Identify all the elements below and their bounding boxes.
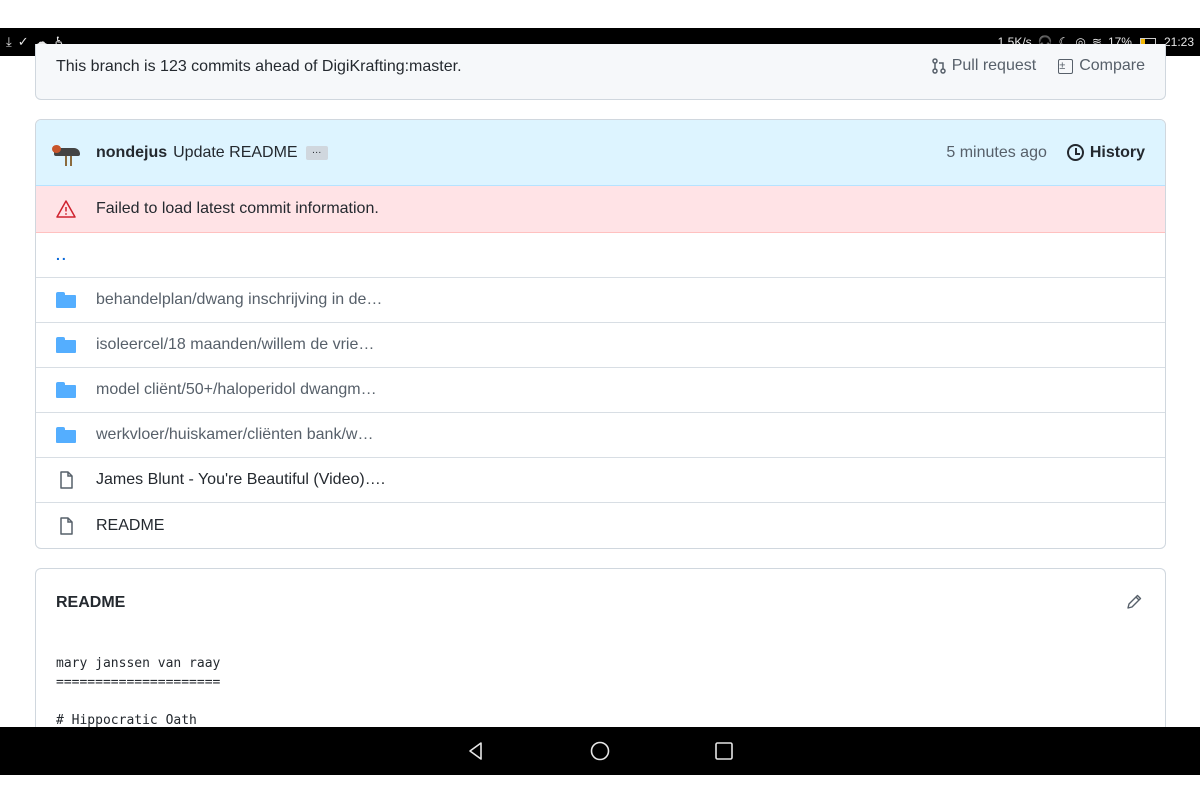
history-label: History [1089, 143, 1145, 161]
readme-card: README mary janssen van raay ============… [35, 568, 1166, 748]
folder-row[interactable]: isoleercel/18 maanden/willem de vrie… [36, 323, 1165, 368]
readme-title: README [56, 594, 126, 611]
file-link[interactable]: James Blunt - You're Beautiful (Video)…. [96, 471, 385, 489]
latest-commit-row: nondejus Update README … 5 minutes ago H… [36, 120, 1165, 186]
file-row[interactable]: README [36, 503, 1165, 548]
pull-request-icon [931, 58, 946, 74]
avatar[interactable] [52, 138, 82, 168]
folder-icon [56, 382, 76, 398]
readme-line: ===================== [56, 675, 221, 690]
pull-request-link[interactable]: Pull request [931, 57, 1037, 75]
commit-meta: 5 minutes ago History [946, 144, 1145, 162]
error-message: Failed to load latest commit information… [96, 200, 379, 217]
commit-author-link[interactable]: nondejus [96, 144, 167, 162]
branch-status-text: This branch is 123 commits ahead of Digi… [56, 58, 462, 75]
pencil-icon[interactable] [1125, 593, 1143, 611]
readme-line: mary janssen van raay [56, 656, 221, 671]
folder-link[interactable]: behandelplan/dwang inschrijving in de… [96, 291, 382, 309]
folder-link[interactable]: werkvloer/huiskamer/cliënten bank/w… [96, 426, 373, 444]
folder-icon [56, 427, 76, 443]
warning-icon [56, 200, 76, 218]
file-link[interactable]: README [96, 517, 164, 535]
file-row[interactable]: James Blunt - You're Beautiful (Video)…. [36, 458, 1165, 503]
history-link[interactable]: History [1066, 143, 1145, 162]
folder-icon [56, 292, 76, 308]
file-browser: nondejus Update README … 5 minutes ago H… [35, 119, 1166, 549]
download-icon: ⤓ [6, 34, 12, 49]
parent-directory-link[interactable]: .. [56, 247, 68, 263]
file-icon [60, 516, 73, 535]
android-nav-bar [0, 727, 1200, 775]
recents-icon[interactable] [712, 739, 736, 763]
readme-line [56, 692, 220, 711]
folder-link[interactable]: isoleercel/18 maanden/willem de vrie… [96, 336, 374, 354]
home-icon[interactable] [588, 739, 612, 763]
clock-time: 21:23 [1163, 35, 1194, 49]
commit-message-link[interactable]: Update README [173, 144, 298, 162]
history-icon [1066, 144, 1084, 161]
back-icon[interactable] [464, 739, 488, 763]
folder-icon [56, 337, 76, 353]
folder-link[interactable]: model cliënt/50+/haloperidol dwangm… [96, 381, 377, 399]
error-banner: Failed to load latest commit information… [36, 186, 1165, 233]
commit-time: 5 minutes ago [946, 143, 1047, 161]
file-icon [60, 471, 73, 489]
folder-row[interactable]: werkvloer/huiskamer/cliënten bank/w… [36, 413, 1165, 458]
commit-expand-button[interactable]: … [305, 145, 328, 160]
readme-content: mary janssen van raay ===================… [56, 654, 220, 730]
compare-label: Compare [1079, 57, 1145, 74]
branch-actions: Pull request ± Compare [931, 57, 1145, 75]
pull-request-label: Pull request [951, 57, 1037, 74]
folder-row[interactable]: behandelplan/dwang inschrijving in de… [36, 278, 1165, 323]
branch-status-card: This branch is 123 commits ahead of Digi… [35, 44, 1166, 100]
folder-row[interactable]: model cliënt/50+/haloperidol dwangm… [36, 368, 1165, 413]
compare-icon: ± [1058, 58, 1074, 74]
download-done-icon: ✓ [17, 34, 29, 49]
parent-directory-row[interactable]: .. [36, 233, 1165, 278]
compare-link[interactable]: ± Compare [1058, 57, 1145, 75]
